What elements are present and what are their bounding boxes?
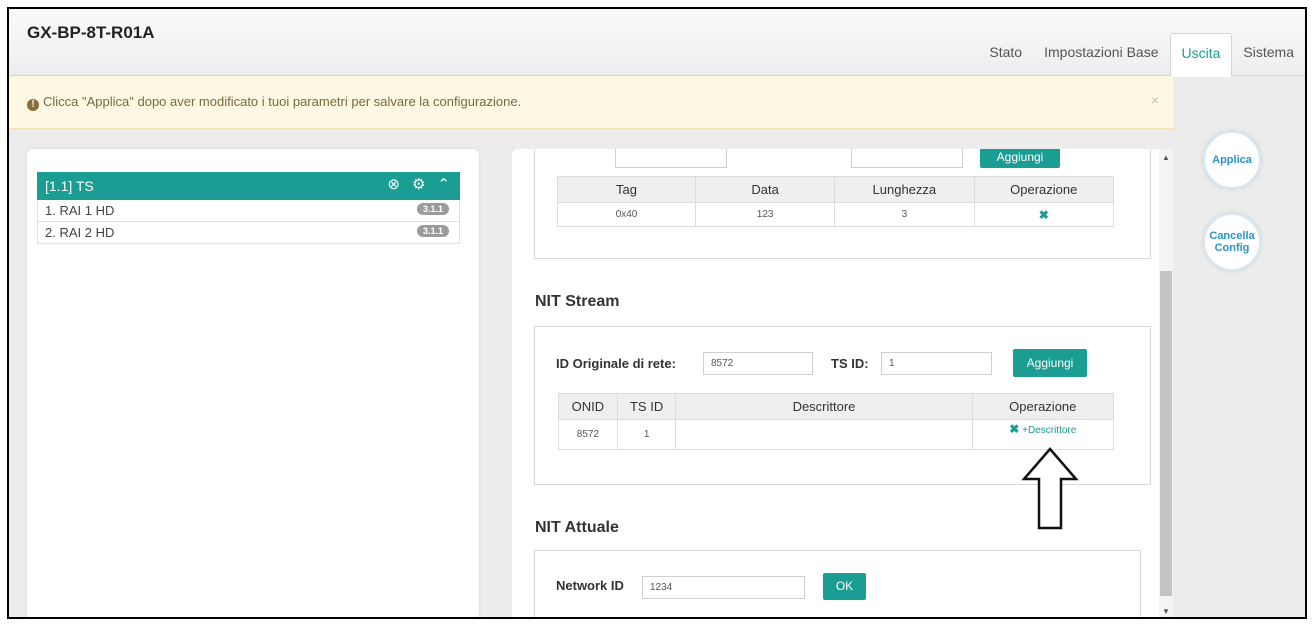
descriptor-box: Aggiungi Tag Data Lunghezza Operazione 0… <box>534 149 1151 259</box>
close-icon[interactable]: × <box>1151 92 1159 108</box>
table-row: 0x40 123 3 ✖ <box>556 202 1115 227</box>
col-lunghezza: Lunghezza <box>834 176 975 203</box>
tree-ts-header[interactable]: [1.1] TS ⊗ ⚙ ⌃ <box>37 172 460 200</box>
nav-uscita[interactable]: Uscita <box>1169 33 1233 77</box>
nit-attuale-title: NIT Attuale <box>535 519 619 536</box>
apply-button[interactable]: Applica <box>1203 131 1261 189</box>
config-panel: Aggiungi Tag Data Lunghezza Operazione 0… <box>512 149 1172 617</box>
tag-input[interactable] <box>615 149 727 168</box>
nit-stream-table: ONID TS ID Descrittore Operazione 8572 1… <box>558 393 1115 450</box>
save-alert: ! Clicca "Applica" dopo aver modificato i… <box>9 76 1173 129</box>
alert-text: Clicca "Applica" dopo aver modificato i … <box>43 94 522 109</box>
scroll-thumb[interactable] <box>1160 271 1172 596</box>
add-nit-stream-button[interactable]: Aggiungi <box>1013 349 1087 377</box>
onid-input[interactable]: 8572 <box>703 352 813 375</box>
data-input[interactable] <box>851 149 963 168</box>
tree-header-icons: ⊗ ⚙ ⌃ <box>387 175 450 195</box>
tree-item-rai1[interactable]: 1. RAI 1 HD 3.1.1 <box>37 200 460 222</box>
version-badge: 3.1.1 <box>416 203 449 215</box>
chevron-up-icon[interactable]: ⌃ <box>437 175 450 195</box>
scroll-down-icon[interactable]: ▼ <box>1160 607 1172 616</box>
cell-tsid: 1 <box>616 419 677 450</box>
cell-onid: 8572 <box>558 419 618 450</box>
network-id-input[interactable]: 1234 <box>642 576 805 599</box>
remove-circle-icon[interactable]: ⊗ <box>387 175 400 195</box>
nav-impostazioni-base[interactable]: Impostazioni Base <box>1033 33 1169 75</box>
delete-x-icon[interactable]: ✖ <box>1039 208 1049 222</box>
table-header-row: Tag Data Lunghezza Operazione <box>556 176 1115 203</box>
apply-label: Applica <box>1212 154 1252 166</box>
onid-label: ID Originale di rete: <box>556 356 676 371</box>
app-frame: GX-BP-8T-R01A Stato Impostazioni Base Us… <box>7 7 1307 619</box>
col-tag: Tag <box>556 176 697 203</box>
info-icon: ! <box>27 99 39 111</box>
cell-length: 3 <box>834 202 975 227</box>
add-descriptor-link[interactable]: +Descrittore <box>1022 425 1076 436</box>
top-header: GX-BP-8T-R01A Stato Impostazioni Base Us… <box>9 9 1305 77</box>
cell-tag: 0x40 <box>556 202 697 227</box>
cancel-label-line1: Cancella <box>1209 230 1255 242</box>
tsid-label: TS ID: <box>831 356 869 371</box>
scroll-up-icon[interactable]: ▲ <box>1160 153 1172 162</box>
add-descriptor-button[interactable]: Aggiungi <box>980 149 1060 168</box>
cell-data: 123 <box>695 202 836 227</box>
cell-operation: ✖ +Descrittore <box>971 419 1115 450</box>
col-operazione: Operazione <box>973 176 1115 203</box>
up-arrow-icon <box>1021 447 1079 530</box>
tree-item-label: 2. RAI 2 HD <box>45 225 115 240</box>
tree-ts-label: [1.1] TS <box>45 178 94 194</box>
col-operazione: Operazione <box>971 393 1115 420</box>
device-title: GX-BP-8T-R01A <box>27 23 155 42</box>
delete-x-icon[interactable]: ✖ <box>1009 422 1019 436</box>
cell-operation: ✖ <box>973 202 1115 227</box>
nav-stato[interactable]: Stato <box>978 33 1033 75</box>
cancel-label-line2: Config <box>1214 242 1250 254</box>
nav-sistema[interactable]: Sistema <box>1232 33 1305 75</box>
nit-stream-title: NIT Stream <box>535 293 620 310</box>
descriptor-table: Tag Data Lunghezza Operazione 0x40 123 3… <box>556 176 1115 227</box>
stream-tree-panel: [1.1] TS ⊗ ⚙ ⌃ 1. RAI 1 HD 3.1.1 2. RAI … <box>27 149 479 617</box>
network-id-label: Network ID <box>556 578 624 593</box>
col-data: Data <box>695 176 836 203</box>
tree-item-rai2[interactable]: 2. RAI 2 HD 3.1.1 <box>37 222 460 244</box>
ok-button[interactable]: OK <box>823 573 866 600</box>
tree-item-label: 1. RAI 1 HD <box>45 203 115 218</box>
cell-descriptor <box>675 419 973 450</box>
main-nav: Stato Impostazioni Base Uscita Sistema <box>978 33 1305 77</box>
table-header-row: ONID TS ID Descrittore Operazione <box>558 393 1115 420</box>
nit-attuale-box: Network ID 1234 OK <box>534 550 1141 617</box>
config-scrollbar[interactable]: ▲ ▼ <box>1159 149 1173 617</box>
col-onid: ONID <box>558 393 618 420</box>
table-row: 8572 1 ✖ +Descrittore <box>558 419 1115 450</box>
cancel-config-button[interactable]: Cancella Config <box>1203 213 1261 271</box>
alert-message: ! Clicca "Applica" dopo aver modificato i… <box>27 94 521 111</box>
version-badge: 3.1.1 <box>416 225 449 237</box>
col-tsid: TS ID <box>616 393 677 420</box>
tsid-input[interactable]: 1 <box>881 352 992 375</box>
col-descrittore: Descrittore <box>675 393 973 420</box>
gear-icon[interactable]: ⚙ <box>412 175 425 195</box>
